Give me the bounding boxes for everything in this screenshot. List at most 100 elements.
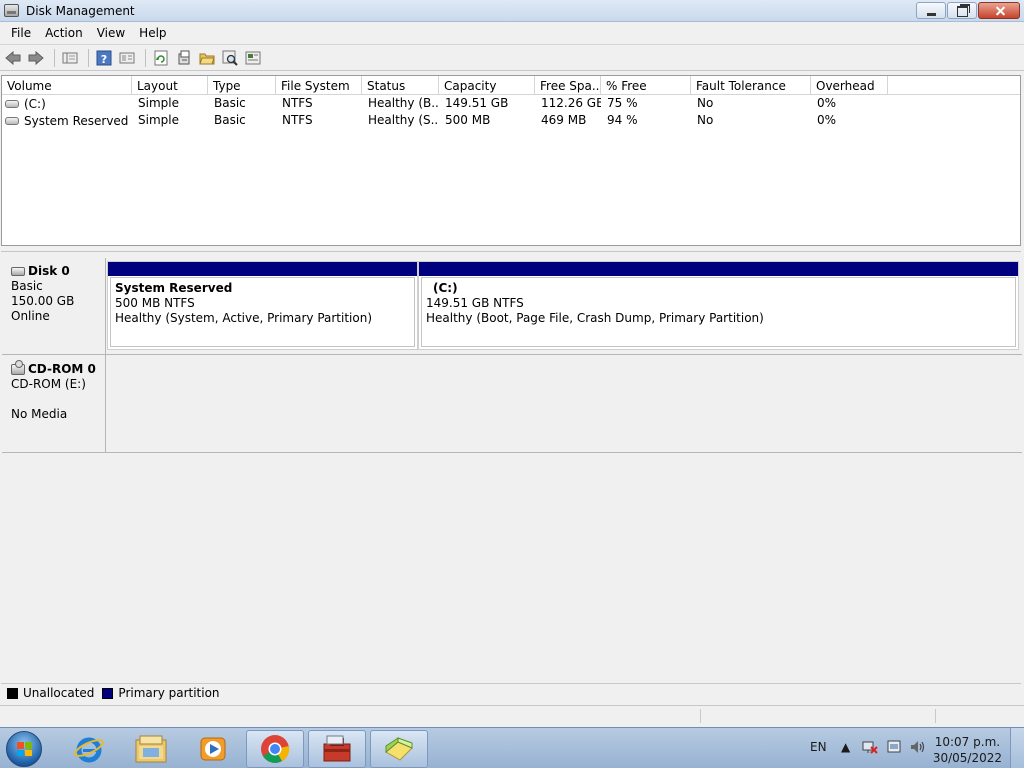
table-row[interactable]: (C:) Simple Basic NTFS Healthy (B... 149… — [2, 95, 1020, 112]
disk-0-label[interactable]: Disk 0 Basic 150.00 GB Online — [2, 258, 106, 356]
disk-name: CD-ROM 0 — [11, 360, 105, 377]
disk-management-icon[interactable] — [370, 730, 428, 768]
volume-list-header: Volume Layout Type File System Status Ca… — [2, 76, 1020, 95]
legend-label: Unallocated — [23, 686, 95, 700]
open-folder-icon[interactable] — [197, 48, 217, 68]
column-header-fault-tolerance[interactable]: Fault Tolerance — [691, 76, 811, 94]
disk-type: CD-ROM (E:) — [11, 377, 86, 391]
cell-overhead: 0% — [817, 96, 837, 110]
cell-percent-free: 94 % — [607, 113, 638, 127]
forward-arrow-icon[interactable] — [26, 48, 46, 68]
legend-primary-partition: Primary partition — [102, 686, 220, 700]
cell-layout: Simple — [138, 113, 179, 127]
disk-state: No Media — [11, 407, 68, 421]
partition-system-reserved[interactable]: System Reserved 500 MB NTFS Healthy (Sys… — [107, 261, 418, 350]
toolbar: ? — [0, 44, 1024, 71]
column-header-file-system[interactable]: File System — [276, 76, 362, 94]
volume-icon[interactable] — [909, 739, 927, 758]
cell-file-system: NTFS — [282, 113, 313, 127]
cell-volume: (C:) — [2, 95, 132, 112]
cell-type: Basic — [214, 96, 246, 110]
primary-partition-band — [419, 262, 1018, 276]
cell-free-space: 469 MB — [541, 113, 587, 127]
toolbox-icon[interactable] — [308, 730, 366, 768]
clock[interactable]: 10:07 p.m. 30/05/2022 — [933, 734, 1002, 766]
settings-icon[interactable] — [243, 48, 263, 68]
media-player-icon[interactable] — [184, 730, 242, 768]
cell-overhead: 0% — [817, 113, 837, 127]
refresh-icon[interactable] — [151, 48, 171, 68]
status-bar-divider — [700, 709, 701, 723]
volume-drive-icon — [5, 117, 19, 125]
column-header-capacity[interactable]: Capacity — [439, 76, 535, 94]
column-header-free-space[interactable]: Free Spa... — [535, 76, 601, 94]
cell-status: Healthy (S... — [368, 113, 439, 127]
primary-partition-band — [108, 262, 417, 276]
help-icon[interactable]: ? — [94, 48, 114, 68]
toolbar-separator — [145, 48, 146, 67]
status-bar — [0, 705, 1024, 725]
minimize-button[interactable] — [916, 2, 946, 19]
toolbar-separator — [54, 48, 55, 67]
disk-type: Basic — [11, 279, 43, 293]
language-indicator[interactable]: EN — [810, 740, 827, 754]
chrome-icon[interactable] — [246, 730, 304, 768]
disk-0-name: Disk 0 — [28, 264, 70, 278]
rescan-disks-icon[interactable] — [174, 48, 194, 68]
cdrom-0-label[interactable]: CD-ROM 0 CD-ROM (E:) No Media — [2, 356, 106, 453]
network-icon[interactable] — [862, 739, 878, 758]
volume-name: System Reserved — [24, 114, 129, 128]
volume-name: (C:) — [24, 97, 46, 111]
internet-explorer-icon[interactable] — [60, 730, 118, 768]
status-bar-divider — [935, 709, 936, 723]
cell-fault-tolerance: No — [697, 96, 714, 110]
partition-size-fs: 149.51 GB NTFS — [426, 296, 524, 310]
legend: Unallocated Primary partition — [1, 683, 1021, 702]
menu-action[interactable]: Action — [38, 26, 90, 40]
menu-view[interactable]: View — [90, 26, 132, 40]
restore-button[interactable] — [947, 2, 977, 19]
search-icon[interactable] — [220, 48, 240, 68]
menu-file[interactable]: File — [4, 26, 38, 40]
column-header-layout[interactable]: Layout — [132, 76, 208, 94]
menu-help[interactable]: Help — [132, 26, 173, 40]
clock-date: 30/05/2022 — [932, 751, 1002, 765]
partition-name: (C:) — [433, 281, 458, 295]
action-center-icon[interactable] — [886, 739, 902, 758]
window-title: Disk Management — [26, 4, 135, 18]
column-header-type[interactable]: Type — [208, 76, 276, 94]
disk-row-divider — [2, 452, 1022, 453]
cell-free-space: 112.26 GB — [541, 96, 601, 110]
cell-file-system: NTFS — [282, 96, 313, 110]
windows-logo-icon — [17, 742, 32, 756]
properties-icon[interactable] — [117, 48, 137, 68]
cd-rom-icon — [11, 360, 25, 375]
partition-c[interactable]: (C:) 149.51 GB NTFS Healthy (Boot, Page … — [418, 261, 1019, 350]
cell-layout: Simple — [138, 96, 179, 110]
start-button[interactable] — [6, 731, 42, 767]
cell-type: Basic — [214, 113, 246, 127]
taskbar: EN ▲ 10:07 p.m. 30/05/2022 — [0, 727, 1024, 768]
toolbar-separator — [88, 48, 89, 67]
column-header-status[interactable]: Status — [362, 76, 439, 94]
column-header-overhead[interactable]: Overhead — [811, 76, 888, 94]
hard-disk-icon — [11, 267, 25, 276]
back-arrow-icon[interactable] — [3, 48, 23, 68]
cell-volume: System Reserved — [2, 112, 132, 129]
show-desktop-button[interactable] — [1010, 728, 1024, 768]
legend-swatch — [102, 687, 114, 699]
legend-unallocated: Unallocated — [7, 686, 94, 700]
column-header-volume[interactable]: Volume — [2, 76, 132, 94]
close-button[interactable] — [978, 2, 1020, 19]
show-hidden-icons-icon[interactable]: ▲ — [841, 740, 850, 754]
column-header-percent-free[interactable]: % Free — [601, 76, 691, 94]
cell-fault-tolerance: No — [697, 113, 714, 127]
table-row[interactable]: System Reserved Simple Basic NTFS Health… — [2, 112, 1020, 129]
windows-explorer-icon[interactable] — [122, 730, 180, 768]
disk-name: Disk 0 — [11, 264, 105, 279]
disk-size: 150.00 GB — [11, 294, 75, 308]
console-tree-icon[interactable] — [60, 48, 80, 68]
clock-time: 10:07 p.m. — [934, 735, 1001, 749]
disk-row-divider — [2, 354, 1022, 355]
